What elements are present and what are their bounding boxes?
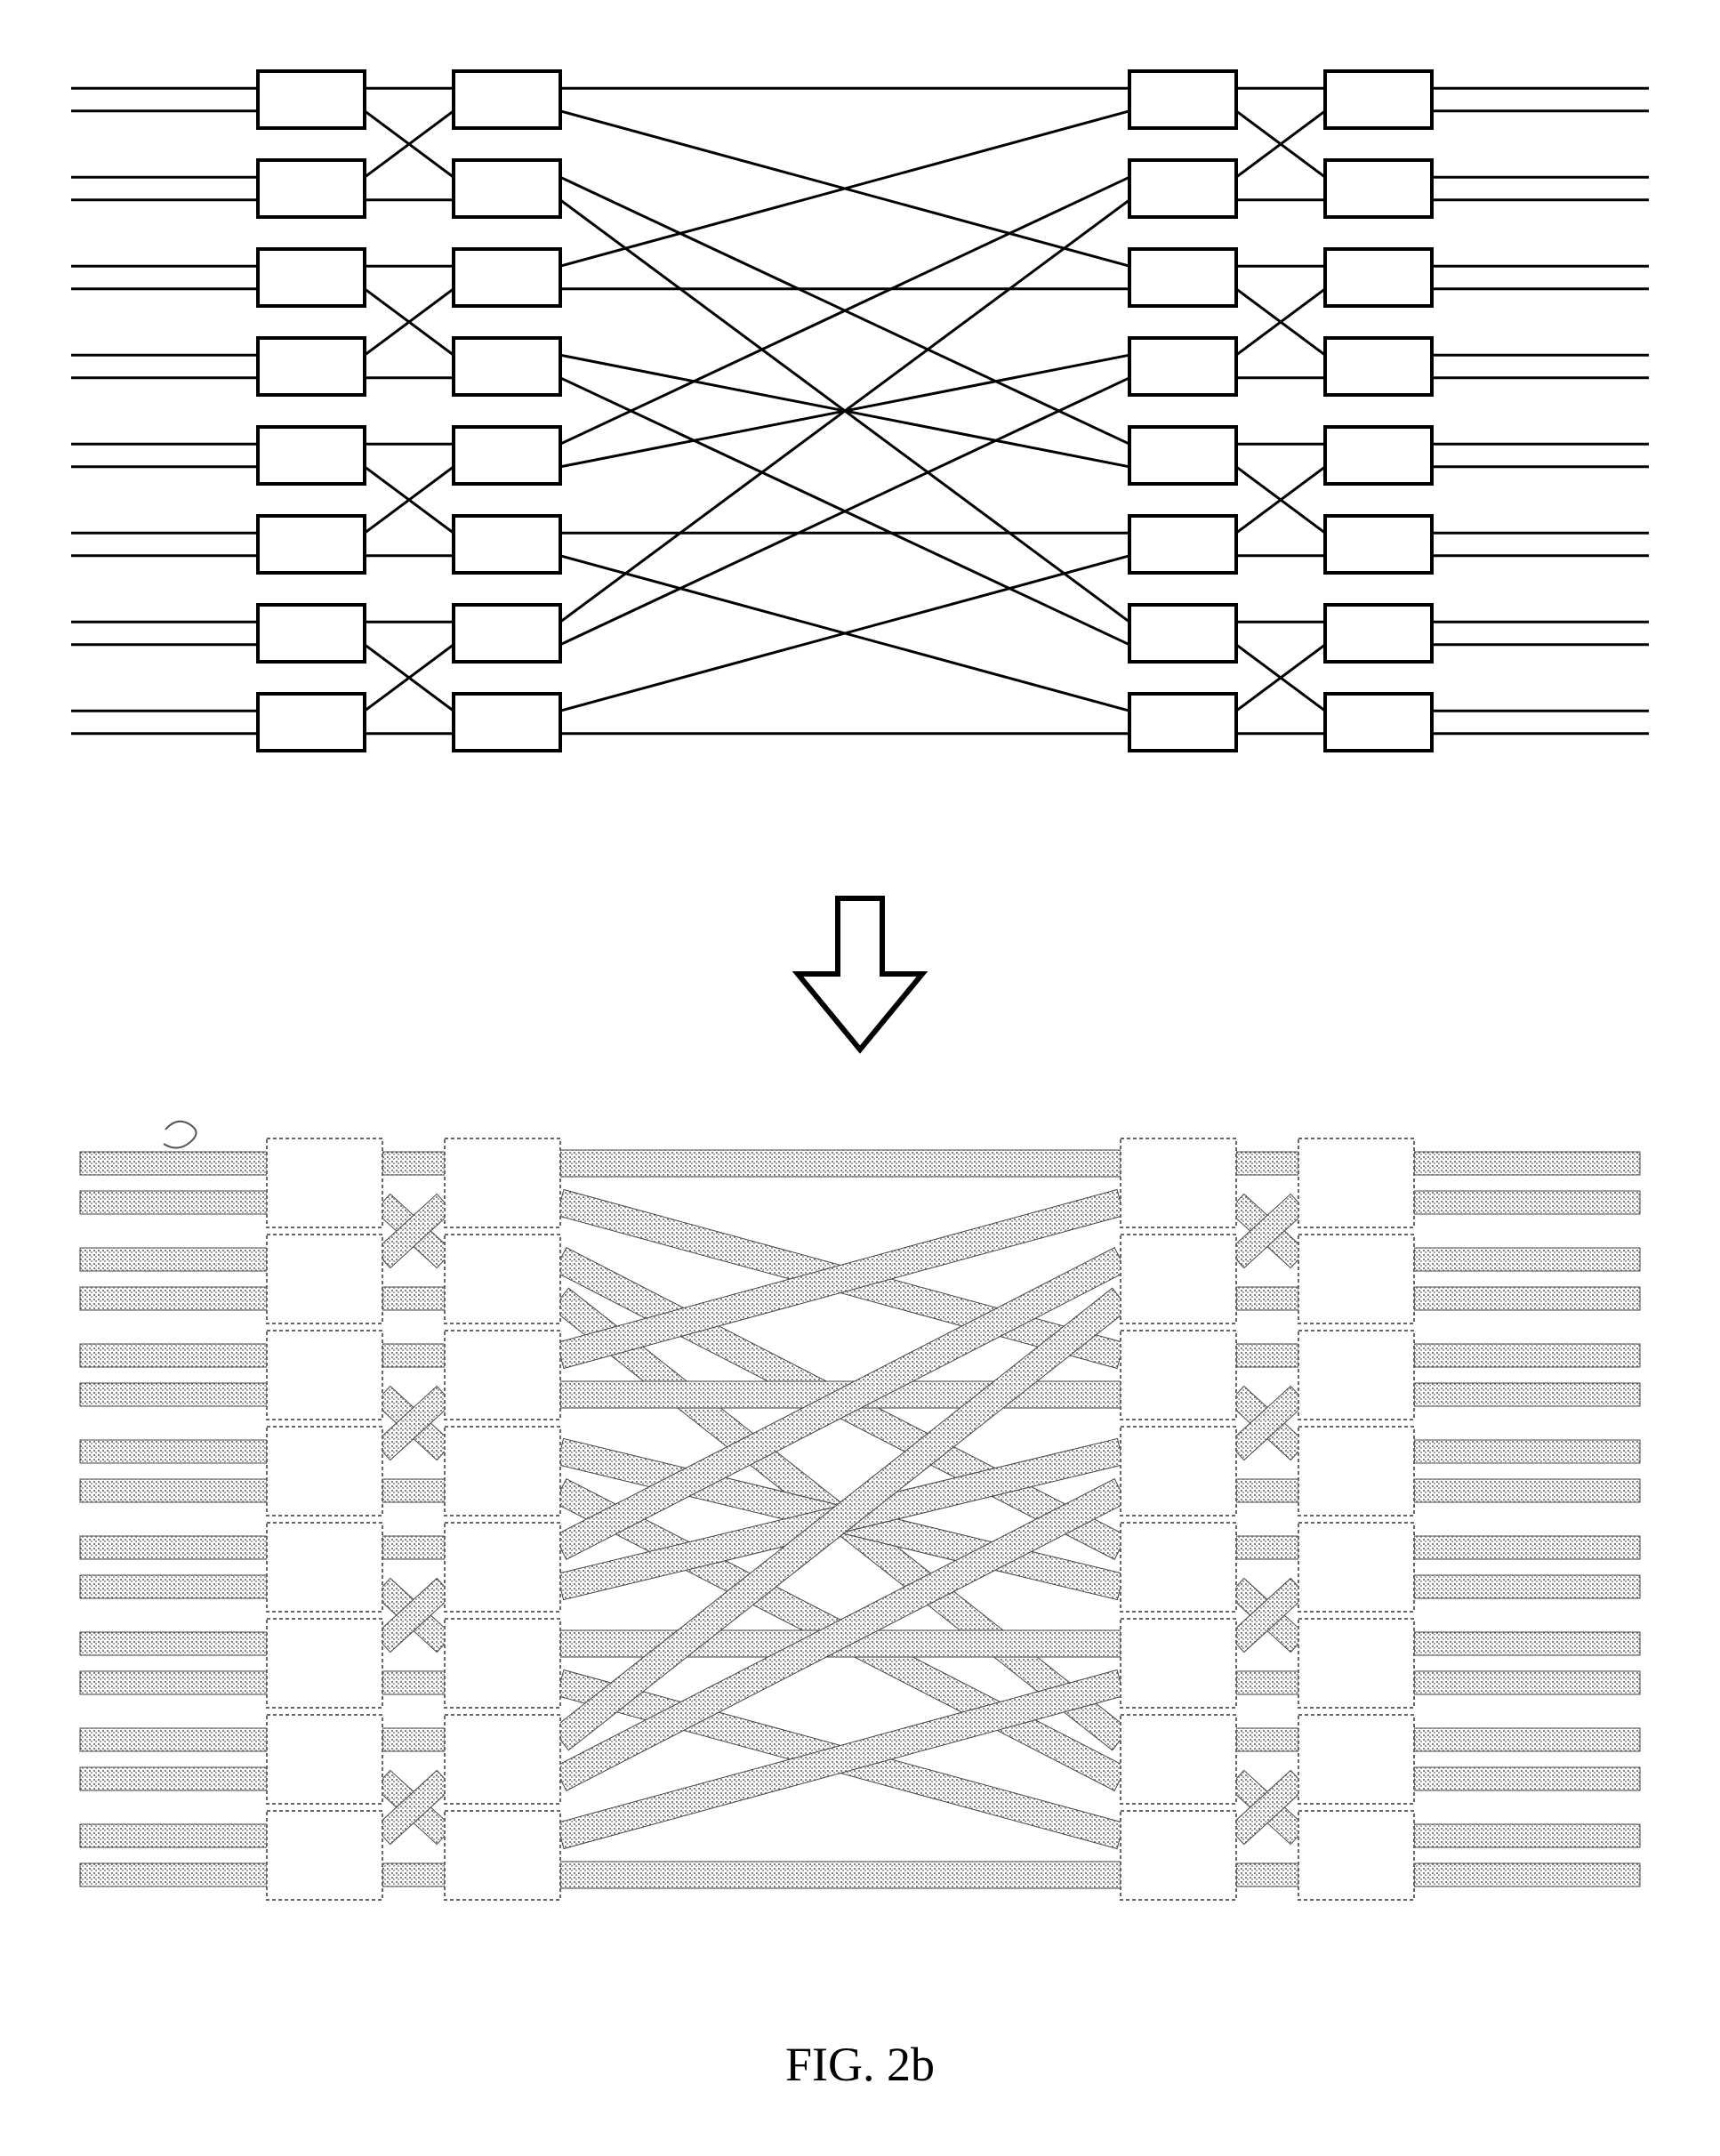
- down-arrow-icon: [789, 889, 931, 1058]
- figure-caption: FIG. 2b: [0, 2037, 1720, 2092]
- benes-network-bus: [0, 1112, 1720, 1948]
- benes-network-thin: [0, 36, 1720, 836]
- figure-page: FIG. 2b: [0, 0, 1720, 2156]
